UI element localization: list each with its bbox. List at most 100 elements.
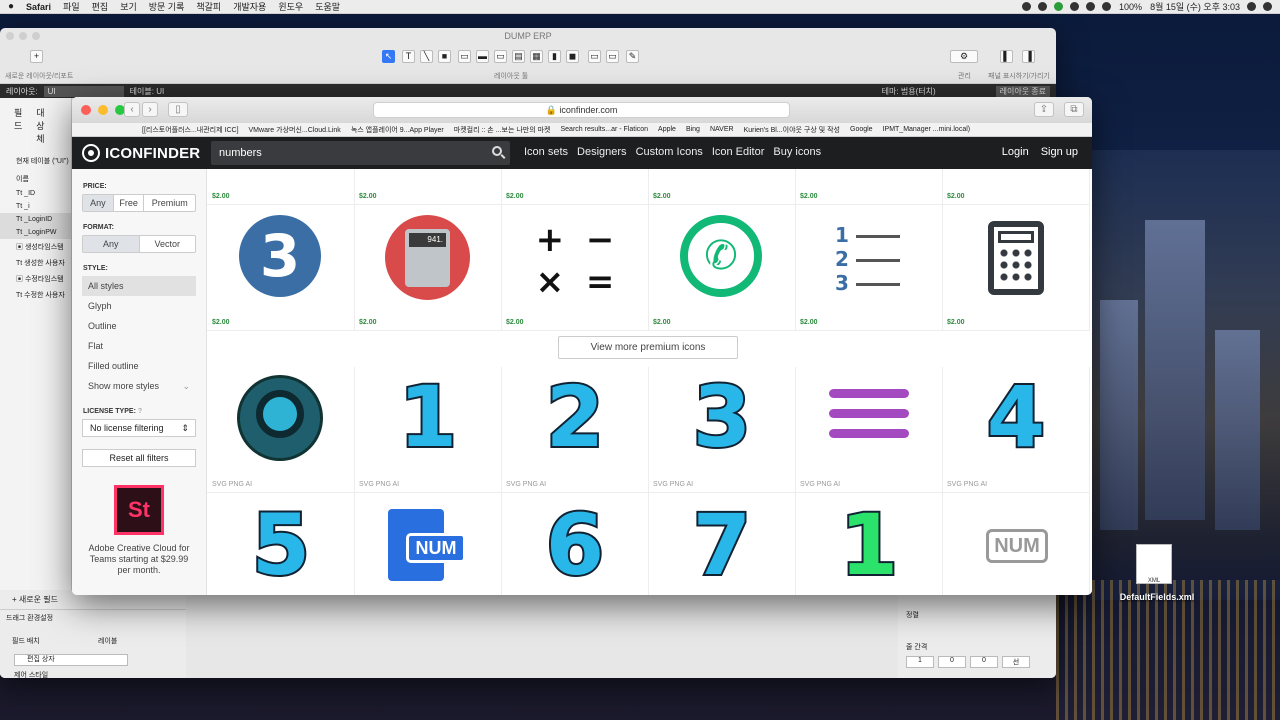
menu-bookmarks[interactable]: 책갈피 <box>196 0 221 13</box>
field-item[interactable]: ▣ 수정타임스탬 <box>0 271 71 287</box>
spacing-unit[interactable]: 선 <box>1002 656 1030 668</box>
bookmark[interactable]: 마켓컬리 :: 손 ...보는 나만의 마켓 <box>454 125 551 135</box>
view-more-premium-button[interactable]: View more premium icons <box>558 336 738 359</box>
tab-objects[interactable]: 대상체 <box>36 106 44 145</box>
sidebar-icon[interactable]: ▯ <box>168 102 188 117</box>
field-item[interactable]: Tt _ID <box>0 187 71 200</box>
icon-card[interactable]: SVG PNG AI <box>207 367 355 493</box>
popover-button-icon[interactable]: ▭ <box>606 50 619 63</box>
exit-layout-button[interactable]: 레이아웃 종료 <box>995 85 1050 97</box>
tab-fields[interactable]: 필드 <box>14 106 22 145</box>
field-item[interactable]: Tt _LoginPW <box>0 226 71 239</box>
clock[interactable]: 8월 15일 (수) 오후 3:03 <box>1150 0 1240 13</box>
bookmark[interactable]: Apple <box>658 126 676 133</box>
style-all[interactable]: All styles <box>82 276 196 296</box>
xml-file-icon[interactable]: XML <box>1136 544 1172 584</box>
icon-card[interactable]: $2.00 <box>795 169 943 205</box>
tabs-icon[interactable]: ⧉ <box>1064 102 1084 117</box>
spacing-top[interactable]: 0 <box>938 656 966 668</box>
bookmark[interactable]: NAVER <box>710 126 734 133</box>
share-icon[interactable]: ⇪ <box>1034 102 1054 117</box>
menu-view[interactable]: 보기 <box>120 0 137 13</box>
price-any[interactable]: Any <box>83 195 114 211</box>
web-viewer-icon[interactable]: ◼ <box>566 50 579 63</box>
control-style-select[interactable]: 편집 상자 <box>14 654 128 666</box>
close-icon[interactable] <box>81 105 91 115</box>
icon-card[interactable]: 941. $2.00 <box>354 205 502 331</box>
menu-history[interactable]: 방문 기록 <box>149 0 185 13</box>
address-bar[interactable]: 🔒 iconfinder.com <box>373 102 790 118</box>
menu-app[interactable]: Safari <box>26 2 51 12</box>
search-icon[interactable] <box>492 146 502 156</box>
icon-card[interactable]: $2.00 <box>501 169 649 205</box>
notification-icon[interactable] <box>1263 2 1272 11</box>
nav-designers[interactable]: Designers <box>577 146 627 158</box>
minimize-icon[interactable] <box>19 32 27 40</box>
theme-label[interactable]: 테마: 범용(터치) <box>882 86 936 97</box>
bookmark[interactable]: VMware 가상머신...Cloud.Link <box>249 125 341 135</box>
style-glyph[interactable]: Glyph <box>82 296 196 316</box>
help-icon[interactable]: ? <box>138 408 142 415</box>
icon-card[interactable]: $2.00 <box>648 169 796 205</box>
signup-link[interactable]: Sign up <box>1041 146 1078 158</box>
desktop-file-label[interactable]: DefaultFields.xml <box>1112 592 1202 602</box>
field-item[interactable]: Tt _LoginID <box>0 213 71 226</box>
site-logo[interactable]: ICONFINDER <box>82 144 200 162</box>
menu-developer[interactable]: 개발자용 <box>233 0 266 13</box>
bookmark[interactable]: IPMT_Manager ...mini.local) <box>883 126 971 133</box>
icon-card[interactable]: NUM <box>942 493 1090 595</box>
icon-card[interactable]: $2.00 <box>942 169 1090 205</box>
volume-icon[interactable] <box>1102 2 1112 11</box>
icon-card[interactable]: 2 SVG PNG AI <box>501 366 649 493</box>
icon-card[interactable]: $2.00 <box>207 169 355 205</box>
text-tool-icon[interactable]: T <box>402 50 415 63</box>
bookmark[interactable]: Kurien's Bl...이야웃 구상 및 작성 <box>744 125 840 135</box>
field-item[interactable]: ▣ 생성타임스탬 <box>0 239 71 255</box>
field-item[interactable]: Tt 수정한 사용자 <box>0 287 71 303</box>
icon-card[interactable]: 1 2 3 $2.00 <box>795 205 943 331</box>
close-icon[interactable] <box>6 32 14 40</box>
style-filled-outline[interactable]: Filled outline <box>82 356 196 376</box>
icon-card[interactable]: + − × = $2.00 <box>501 205 649 331</box>
popover-tool-icon[interactable]: ▭ <box>588 50 601 63</box>
icon-card[interactable]: 3 SVG PNG AI <box>648 366 796 493</box>
price-free[interactable]: Free <box>114 195 145 211</box>
field-tool-icon[interactable]: ▭ <box>458 50 471 63</box>
field-item[interactable]: Tt 생성한 사용자 <box>0 255 71 271</box>
ad-block[interactable]: St Adobe Creative Cloud for Teams starti… <box>82 485 196 576</box>
menu-window[interactable]: 윈도우 <box>278 0 303 13</box>
login-link[interactable]: Login <box>1002 146 1029 158</box>
icon-card[interactable]: $2.00 <box>354 169 502 205</box>
nav-icon-editor[interactable]: Icon Editor <box>712 146 765 158</box>
rect-tool-icon[interactable]: ■ <box>438 50 451 63</box>
right-panel-icon[interactable]: ▐ <box>1022 50 1035 63</box>
name-header[interactable]: 이름 <box>0 171 71 187</box>
tab-tool-icon[interactable]: ▭ <box>494 50 507 63</box>
list-tool-icon[interactable]: ▦ <box>530 50 543 63</box>
status-icon[interactable] <box>1054 2 1064 11</box>
format-painter-icon[interactable]: ✎ <box>626 50 639 63</box>
wifi-icon[interactable] <box>1086 2 1096 11</box>
field-item[interactable]: Tt _i <box>0 200 71 213</box>
back-button[interactable]: ‹ <box>124 102 140 117</box>
zoom-icon[interactable] <box>32 32 40 40</box>
current-table[interactable]: 현재 테이블 ("UI") <box>0 153 71 169</box>
spotlight-icon[interactable] <box>1247 2 1256 11</box>
icon-card[interactable]: 1 <box>795 493 943 595</box>
menu-edit[interactable]: 편집 <box>92 0 109 13</box>
line-tool-icon[interactable]: ╲ <box>420 50 433 63</box>
menu-file[interactable]: 파일 <box>63 0 80 13</box>
icon-card[interactable]: 7 <box>648 493 796 595</box>
nav-buy-icons[interactable]: Buy icons <box>773 146 821 158</box>
icon-card[interactable]: SVG PNG AI <box>795 367 943 493</box>
icon-card[interactable]: $2.00 <box>942 205 1090 331</box>
forward-button[interactable]: › <box>142 102 158 117</box>
bookmark[interactable]: Bing <box>686 126 700 133</box>
icon-card[interactable]: 4 SVG PNG AI <box>942 366 1090 493</box>
icon-card[interactable]: 6 <box>501 493 649 595</box>
status-icon[interactable] <box>1022 2 1032 11</box>
search-input[interactable]: numbers <box>211 141 510 165</box>
status-icon[interactable] <box>1038 2 1048 11</box>
menu-help[interactable]: 도움말 <box>315 0 340 13</box>
icon-card[interactable]: 5 <box>207 493 355 595</box>
